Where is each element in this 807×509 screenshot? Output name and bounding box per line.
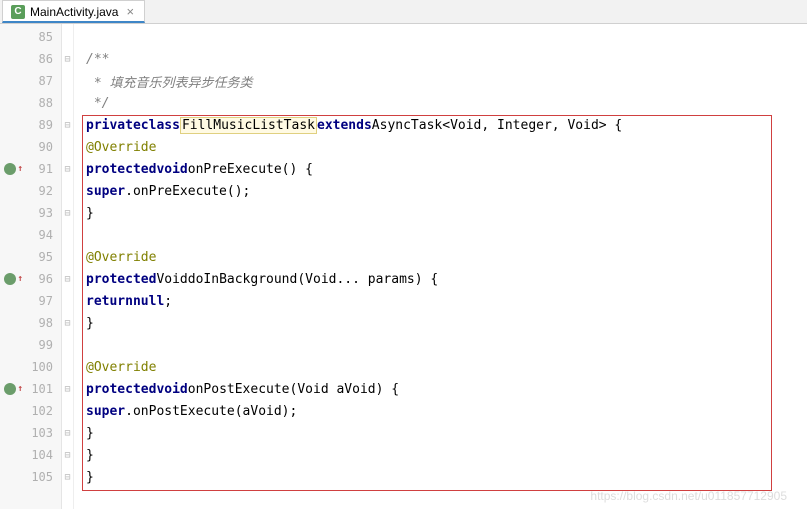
gutter-row: 89 — [0, 114, 61, 136]
line-number: 85 — [39, 30, 53, 44]
fold-toggle[interactable]: ⊟ — [62, 444, 73, 466]
line-number: 98 — [39, 316, 53, 330]
line-number: 105 — [31, 470, 53, 484]
code-line — [74, 26, 807, 48]
gutter-row: 93 — [0, 202, 61, 224]
fold-toggle — [62, 246, 73, 268]
fold-toggle — [62, 136, 73, 158]
gutter-row: 94 — [0, 224, 61, 246]
code-line: super.onPreExecute(); — [74, 180, 807, 202]
line-number: 102 — [31, 404, 53, 418]
line-number: 91 — [39, 162, 53, 176]
watermark: https://blog.csdn.net/u011857712905 — [590, 489, 787, 503]
gutter-row: 95 — [0, 246, 61, 268]
fold-toggle — [62, 290, 73, 312]
override-marker-icon[interactable] — [4, 383, 16, 395]
line-number: 86 — [39, 52, 53, 66]
gutter-row: 103 — [0, 422, 61, 444]
gutter-row: 86 — [0, 48, 61, 70]
code-line: /** — [74, 48, 807, 70]
code-line: @Override — [74, 356, 807, 378]
override-marker-icon[interactable] — [4, 163, 16, 175]
fold-toggle[interactable]: ⊟ — [62, 114, 73, 136]
tab-filename: MainActivity.java — [30, 5, 118, 19]
line-number: 99 — [39, 338, 53, 352]
code-line: protected Void doInBackground(Void... pa… — [74, 268, 807, 290]
code-line: @Override — [74, 246, 807, 268]
fold-toggle[interactable]: ⊟ — [62, 378, 73, 400]
gutter-row: 92 — [0, 180, 61, 202]
line-number: 89 — [39, 118, 53, 132]
tab-bar: C MainActivity.java × — [0, 0, 807, 24]
code-line — [74, 224, 807, 246]
gutter-row: 97 — [0, 290, 61, 312]
fold-toggle[interactable]: ⊟ — [62, 312, 73, 334]
code-line: } — [74, 202, 807, 224]
code-line: protected void onPreExecute() { — [74, 158, 807, 180]
code-line: } — [74, 444, 807, 466]
fold-toggle — [62, 92, 73, 114]
gutter-row: 87 — [0, 70, 61, 92]
code-area[interactable]: /** * 填充音乐列表异步任务类 */ private class FillM… — [74, 24, 807, 509]
fold-toggle — [62, 180, 73, 202]
code-line: } — [74, 466, 807, 488]
line-number: 100 — [31, 360, 53, 374]
code-line: } — [74, 312, 807, 334]
fold-toggle — [62, 400, 73, 422]
gutter-row: 85 — [0, 26, 61, 48]
code-line: protected void onPostExecute(Void aVoid)… — [74, 378, 807, 400]
gutter-row: 90 — [0, 136, 61, 158]
fold-toggle[interactable]: ⊟ — [62, 422, 73, 444]
fold-toggle — [62, 26, 73, 48]
fold-toggle[interactable]: ⊟ — [62, 202, 73, 224]
line-number: 101 — [31, 382, 53, 396]
gutter-row: 96 — [0, 268, 61, 290]
gutter-row: 100 — [0, 356, 61, 378]
fold-toggle — [62, 334, 73, 356]
line-number: 104 — [31, 448, 53, 462]
close-icon[interactable]: × — [126, 4, 134, 19]
line-number: 88 — [39, 96, 53, 110]
fold-toggle[interactable]: ⊟ — [62, 268, 73, 290]
java-class-icon: C — [11, 5, 25, 19]
line-number: 96 — [39, 272, 53, 286]
code-line — [74, 334, 807, 356]
code-line: super.onPostExecute(aVoid); — [74, 400, 807, 422]
code-line: return null; — [74, 290, 807, 312]
fold-toggle — [62, 224, 73, 246]
override-marker-icon[interactable] — [4, 273, 16, 285]
code-line: */ — [74, 92, 807, 114]
line-number: 95 — [39, 250, 53, 264]
code-line: private class FillMusicListTask extends … — [74, 114, 807, 136]
fold-toggle — [62, 70, 73, 92]
gutter-row: 91 — [0, 158, 61, 180]
line-number: 93 — [39, 206, 53, 220]
gutter-row: 88 — [0, 92, 61, 114]
line-number: 103 — [31, 426, 53, 440]
file-tab[interactable]: C MainActivity.java × — [2, 0, 145, 23]
fold-toggle[interactable]: ⊟ — [62, 158, 73, 180]
fold-toggle — [62, 356, 73, 378]
gutter-row: 98 — [0, 312, 61, 334]
editor: 85 86 87 88 89 90 91 92 93 94 95 96 97 98 99 100 101 102 1… — [0, 24, 807, 509]
line-number: 94 — [39, 228, 53, 242]
gutter-row: 104 — [0, 444, 61, 466]
code-line: @Override — [74, 136, 807, 158]
line-number: 87 — [39, 74, 53, 88]
line-number: 92 — [39, 184, 53, 198]
fold-column: ⊟⊟⊟⊟⊟⊟⊟⊟⊟⊟ — [62, 24, 74, 509]
code-line: * 填充音乐列表异步任务类 — [74, 70, 807, 92]
gutter-row: 99 — [0, 334, 61, 356]
line-number: 97 — [39, 294, 53, 308]
code-line: } — [74, 422, 807, 444]
line-number: 90 — [39, 140, 53, 154]
gutter: 85 86 87 88 89 90 91 92 93 94 95 96 97 98 99 100 101 102 1… — [0, 24, 62, 509]
fold-toggle[interactable]: ⊟ — [62, 48, 73, 70]
gutter-row: 102 — [0, 400, 61, 422]
fold-toggle[interactable]: ⊟ — [62, 466, 73, 488]
gutter-row: 101 — [0, 378, 61, 400]
gutter-row: 105 — [0, 466, 61, 488]
